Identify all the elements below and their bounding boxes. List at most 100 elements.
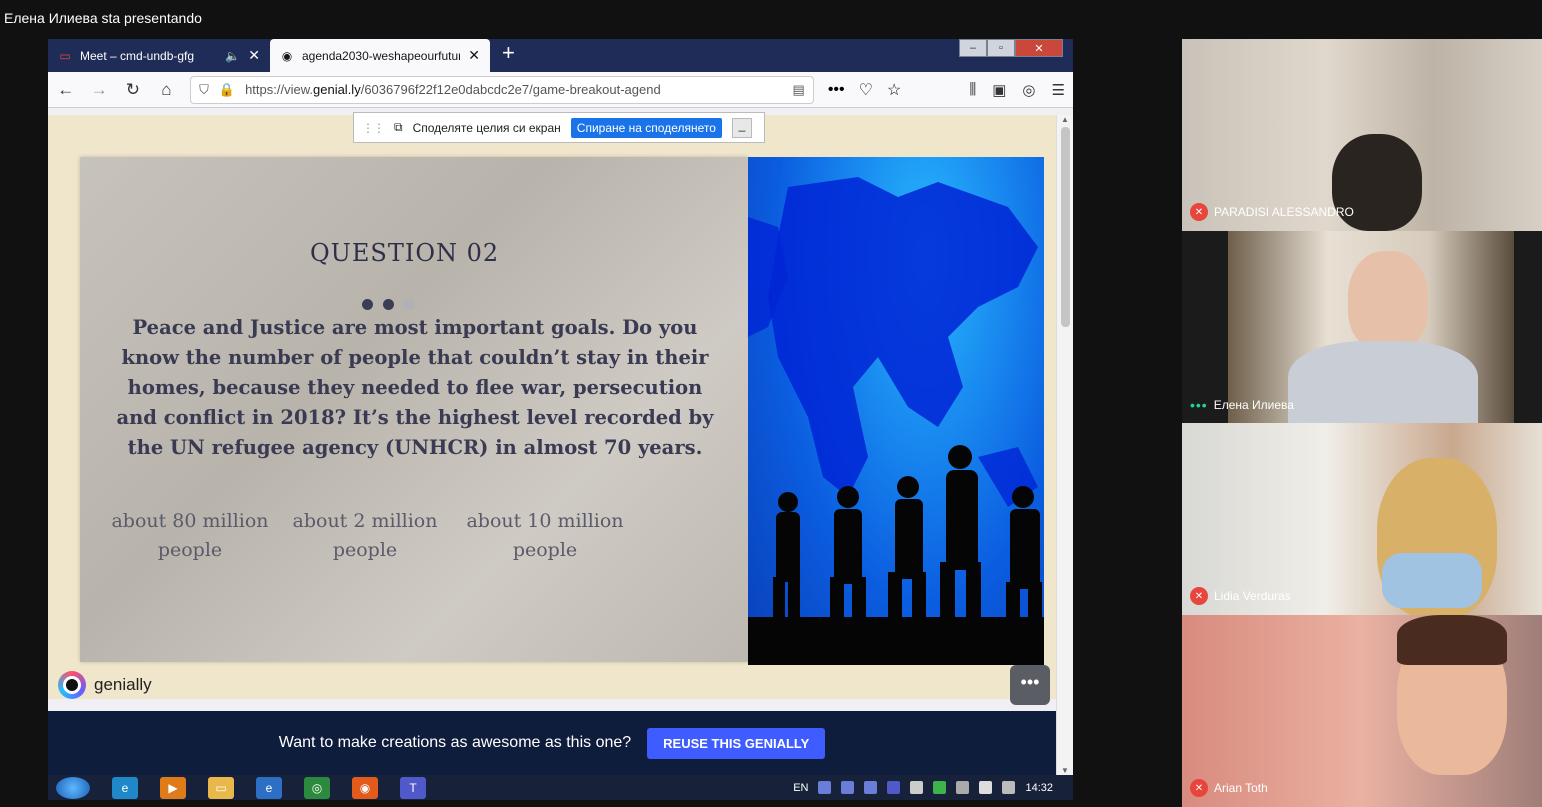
- mic-tray-icon[interactable]: [818, 781, 832, 794]
- meet-icon: ▭: [59, 48, 71, 63]
- presenter-banner: Елена Илиева sta presentando: [4, 10, 202, 26]
- keyboard-tray-icon[interactable]: [1002, 781, 1016, 794]
- reuse-banner-text: Want to make creations as awesome as thi…: [278, 734, 632, 751]
- page-actions-icon[interactable]: •••: [828, 81, 845, 99]
- account-icon[interactable]: ◎: [1022, 81, 1035, 99]
- reuse-banner: Want to make creations as awesome as thi…: [48, 711, 1056, 775]
- bookmark-star-icon[interactable]: ☆: [887, 80, 901, 100]
- minimize-share-bar-button[interactable]: _: [731, 117, 752, 138]
- reader-view-icon[interactable]: ▤: [793, 82, 805, 98]
- refugees-world-map-image: [748, 157, 1044, 665]
- close-tab-icon[interactable]: ✕: [248, 47, 260, 64]
- page-scrollbar[interactable]: ▲ ▼: [1056, 115, 1073, 775]
- question-title: QUESTION 02: [310, 239, 500, 267]
- scroll-up-icon[interactable]: ▲: [1061, 115, 1069, 124]
- question-card: QUESTION 02 Peace and Justice are most i…: [80, 157, 748, 662]
- sidebar-icon[interactable]: ▣: [992, 81, 1006, 99]
- genially-logo[interactable]: genially: [58, 671, 152, 699]
- new-tab-button[interactable]: +: [490, 40, 527, 72]
- teams-icon[interactable]: T: [400, 776, 426, 799]
- url-domain: genial.ly: [313, 82, 361, 97]
- participant-name: Arian Toth: [1214, 781, 1268, 795]
- participant-tile[interactable]: ✕ Lidia Verduras: [1182, 423, 1542, 615]
- genially-slide: QUESTION 02 Peace and Justice are most i…: [48, 115, 1056, 705]
- system-tray: EN 14:32: [793, 781, 1073, 794]
- url-path: /6036796f22f12e0dabcdc2e7/game-breakout-…: [360, 82, 661, 97]
- volume-tray-icon[interactable]: [979, 781, 993, 794]
- stop-sharing-button[interactable]: Спиране на споделянето: [570, 117, 722, 138]
- internet-explorer-icon[interactable]: e: [256, 776, 282, 799]
- genially-logo-text: genially: [94, 675, 152, 694]
- chrome-icon[interactable]: ◎: [304, 776, 330, 799]
- edge-icon[interactable]: e: [112, 776, 138, 799]
- forward-icon[interactable]: →: [90, 80, 110, 100]
- tab-bar: ▭ Meet – cmd-undb-gfg 🔈 ✕ ◉ agenda2030-w…: [48, 39, 1073, 72]
- url-text: https://view.genial.ly/6036796f22f12e0da…: [245, 82, 782, 97]
- question-text: Peace and Justice are most important goa…: [116, 316, 714, 459]
- close-window-button[interactable]: ✕: [1015, 39, 1063, 57]
- drag-handle-icon[interactable]: ⋮⋮: [362, 121, 385, 135]
- participant-hair: [1397, 615, 1507, 665]
- participant-name: Елена Илиева: [1213, 398, 1294, 412]
- navigation-bar: ← → ↻ ⌂ ⛉ 🔒 https://view.genial.ly/60367…: [48, 72, 1073, 108]
- library-icon[interactable]: ⫼: [969, 81, 976, 99]
- mic-off-icon: ✕: [1190, 587, 1208, 605]
- close-tab-icon[interactable]: ✕: [468, 47, 480, 64]
- scrollbar-thumb[interactable]: [1061, 127, 1070, 327]
- window-controls: – ▫ ✕: [959, 39, 1063, 57]
- check-tray-icon[interactable]: [933, 781, 947, 794]
- share-screen-icon: ⧉: [394, 120, 403, 134]
- url-bar[interactable]: ⛉ 🔒 https://view.genial.ly/6036796f22f12…: [190, 75, 814, 104]
- network-tray-icon[interactable]: [956, 781, 970, 794]
- reload-icon[interactable]: ↻: [123, 80, 143, 100]
- progress-dot: [362, 299, 373, 310]
- tab-label: Meet – cmd-undb-gfg: [80, 48, 195, 63]
- participant-name-label: ••• Елена Илиева: [1190, 397, 1294, 413]
- firefox-icon[interactable]: ◉: [352, 776, 378, 799]
- reuse-genially-button[interactable]: REUSE THIS GENIALLY: [647, 727, 826, 759]
- screen-share-bar: ⋮⋮ ⧉ Споделяте целия си екран Спиране на…: [353, 112, 765, 143]
- answer-option-1[interactable]: about 80 million people: [105, 507, 275, 565]
- genially-favicon: ◉: [281, 48, 293, 63]
- windows-taskbar: e ▶ ▭ e ◎ ◉ T EN 14:32: [48, 775, 1073, 800]
- progress-dots: [362, 299, 415, 310]
- participant-name-label: ✕ PARADISI ALESSANDRO: [1190, 203, 1354, 221]
- answer-option-3[interactable]: about 10 million people: [460, 507, 630, 565]
- media-player-icon[interactable]: ▶: [160, 776, 186, 799]
- participant-name: Lidia Verduras: [1214, 589, 1291, 603]
- clock[interactable]: 14:32: [1025, 782, 1053, 794]
- participant-tile[interactable]: ••• Елена Илиева: [1182, 231, 1542, 423]
- progress-dot: [404, 299, 415, 310]
- menu-icon[interactable]: ☰: [1052, 81, 1065, 99]
- genially-logo-icon: [58, 671, 86, 699]
- minimize-window-button[interactable]: –: [959, 39, 987, 57]
- shield-icon[interactable]: ⛉: [199, 82, 209, 98]
- more-options-button[interactable]: •••: [1010, 665, 1050, 705]
- share-status-text: Споделяте целия си екран: [412, 120, 561, 135]
- face-mask: [1382, 553, 1482, 608]
- tab-genially[interactable]: ◉ agenda2030-weshapeourfuture ✕: [270, 39, 490, 72]
- teams-tray-icon[interactable]: [887, 781, 901, 794]
- flag-tray-icon[interactable]: [910, 781, 924, 794]
- shared-browser-window: ▭ Meet – cmd-undb-gfg 🔈 ✕ ◉ agenda2030-w…: [48, 39, 1073, 775]
- camera-tray-icon[interactable]: [864, 781, 878, 794]
- maximize-window-button[interactable]: ▫: [987, 39, 1015, 57]
- participant-tile[interactable]: ✕ PARADISI ALESSANDRO: [1182, 39, 1542, 231]
- back-icon[interactable]: ←: [56, 80, 76, 100]
- pocket-icon[interactable]: ♡: [859, 80, 873, 100]
- file-explorer-icon[interactable]: ▭: [208, 776, 234, 799]
- tab-meet[interactable]: ▭ Meet – cmd-undb-gfg 🔈 ✕: [48, 39, 270, 72]
- speaker-icon[interactable]: 🔈: [225, 49, 240, 63]
- scroll-down-icon[interactable]: ▼: [1061, 766, 1069, 775]
- participant-video: [1228, 231, 1514, 423]
- language-indicator[interactable]: EN: [793, 782, 808, 794]
- participant-tile[interactable]: ✕ Arian Toth: [1182, 615, 1542, 807]
- lock-icon[interactable]: 🔒: [219, 82, 235, 98]
- tab-label: agenda2030-weshapeourfuture: [302, 48, 461, 63]
- url-prefix: https://view.: [245, 82, 313, 97]
- participant-body: [1288, 341, 1478, 423]
- answer-option-2[interactable]: about 2 million people: [280, 507, 450, 565]
- share-tray-icon[interactable]: [841, 781, 855, 794]
- home-icon[interactable]: ⌂: [157, 80, 177, 100]
- start-button-icon[interactable]: [56, 776, 90, 799]
